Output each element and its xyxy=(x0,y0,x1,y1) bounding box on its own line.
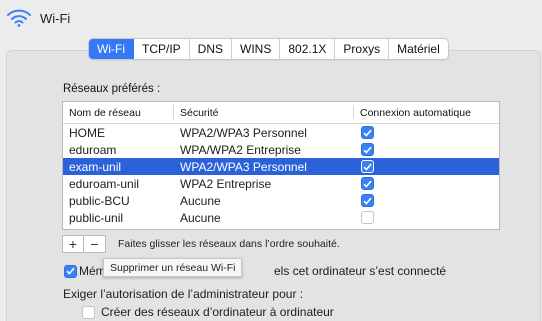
checkmark-icon xyxy=(363,146,372,154)
tab-8021x[interactable]: 802.1X xyxy=(280,39,336,59)
network-security: WPA2/WPA3 Personnel xyxy=(180,159,307,174)
preferred-networks-table: Nom de réseau Sécurité Connexion automat… xyxy=(62,101,500,230)
network-security: Aucune xyxy=(180,210,221,225)
auto-connect-checkbox[interactable] xyxy=(361,194,374,207)
remember-networks-checkbox[interactable] xyxy=(64,264,77,278)
auto-connect-checkbox[interactable] xyxy=(361,211,374,224)
table-row[interactable]: eduroam WPA/WPA2 Entreprise xyxy=(63,141,499,158)
table-row[interactable]: eduroam-unil WPA2 Entreprise xyxy=(63,175,499,192)
table-row[interactable]: public-BCU Aucune xyxy=(63,192,499,209)
reorder-hint: Faites glisser les réseaux dans l’ordre … xyxy=(118,238,340,250)
remove-network-tooltip: Supprimer un réseau Wi-Fi xyxy=(103,258,243,277)
tab-wins[interactable]: WINS xyxy=(232,39,281,59)
column-divider xyxy=(353,105,354,119)
window-title: Wi-Fi xyxy=(40,10,71,26)
wifi-icon xyxy=(6,9,32,27)
column-header-name[interactable]: Nom de réseau xyxy=(69,107,141,119)
auto-connect-checkbox[interactable] xyxy=(361,126,374,139)
remember-networks-label-end: els cet ordinateur s’est connecté xyxy=(274,264,447,278)
tab-wifi[interactable]: Wi-Fi xyxy=(89,39,134,59)
tab-proxys[interactable]: Proxys xyxy=(335,39,390,59)
tab-dns[interactable]: DNS xyxy=(190,39,232,59)
preferred-networks-label: Réseaux préférés : xyxy=(63,83,161,95)
create-computer-network-checkbox[interactable] xyxy=(82,305,95,319)
tab-bar: Wi-Fi TCP/IP DNS WINS 802.1X Proxys Maté… xyxy=(88,38,449,60)
checkmark-icon xyxy=(363,197,372,205)
table-header: Nom de réseau Sécurité Connexion automat… xyxy=(63,102,499,124)
network-name: public-unil xyxy=(69,210,124,225)
auto-connect-checkbox[interactable] xyxy=(361,143,374,156)
tab-materiel[interactable]: Matériel xyxy=(389,39,448,59)
network-name: eduroam-unil xyxy=(69,176,140,191)
window-header: Wi-Fi xyxy=(6,8,70,28)
network-security: Aucune xyxy=(180,193,221,208)
table-row[interactable]: public-unil Aucune xyxy=(63,209,499,226)
network-name: exam-unil xyxy=(69,159,122,174)
network-security: WPA/WPA2 Entreprise xyxy=(180,142,301,157)
column-divider xyxy=(173,105,174,119)
network-name: HOME xyxy=(69,125,105,140)
network-name: eduroam xyxy=(69,142,117,157)
checkmark-icon xyxy=(363,180,372,188)
checkmark-icon xyxy=(363,129,372,137)
table-row-selected[interactable]: exam-unil WPA2/WPA3 Personnel xyxy=(63,158,499,175)
tab-tcpip[interactable]: TCP/IP xyxy=(134,39,190,59)
create-computer-network-option[interactable]: Créer des réseaux d’ordinateur à ordinat… xyxy=(76,304,334,320)
admin-authorization-label: Exiger l’autorisation de l’administrateu… xyxy=(63,287,304,301)
auto-connect-checkbox[interactable] xyxy=(361,177,374,190)
network-security: WPA2 Entreprise xyxy=(180,176,272,191)
table-row[interactable]: HOME WPA2/WPA3 Personnel xyxy=(63,124,499,141)
add-network-button[interactable]: + xyxy=(63,236,84,252)
remember-networks-option[interactable]: Mém els cet ordinateur s’est connecté xyxy=(64,263,446,279)
remove-network-button[interactable]: − xyxy=(84,236,105,252)
column-header-security[interactable]: Sécurité xyxy=(180,107,219,119)
checkmark-icon xyxy=(363,163,372,171)
checkmark-icon xyxy=(66,267,75,275)
add-remove-control: + − xyxy=(62,235,106,253)
network-name: public-BCU xyxy=(69,193,130,208)
create-computer-network-label: Créer des réseaux d’ordinateur à ordinat… xyxy=(101,305,334,319)
column-header-auto-connect[interactable]: Connexion automatique xyxy=(360,107,471,119)
network-security: WPA2/WPA3 Personnel xyxy=(180,125,307,140)
auto-connect-checkbox[interactable] xyxy=(361,160,374,173)
